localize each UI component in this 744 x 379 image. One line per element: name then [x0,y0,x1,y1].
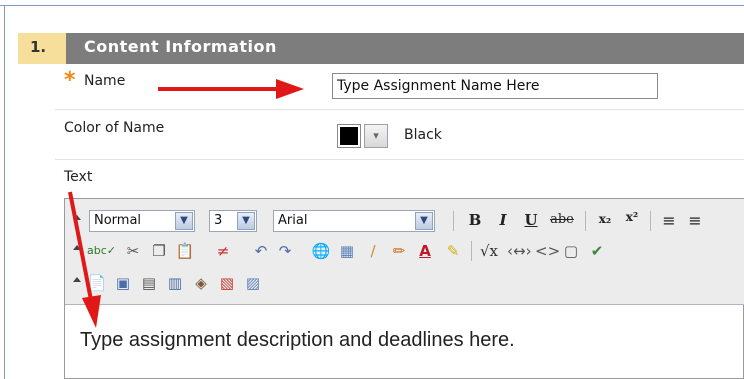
link-globe-icon[interactable]: 🌐 [311,241,331,261]
arrow-to-name-input [158,79,304,99]
size-select-value: 3 [214,213,223,228]
color-swatch[interactable] [337,124,361,148]
step-number: 1. [18,33,66,64]
attach-file-icon[interactable]: 📄 [87,273,107,293]
insert-mashup-icon[interactable]: ▨ [243,273,263,293]
align-left-icon[interactable]: ≡ [659,211,679,230]
text-label: Text [64,169,93,185]
cut-icon[interactable]: ✂ [123,241,143,261]
highlight-icon[interactable]: ✎ [443,241,463,261]
format-select-value: Normal [94,213,142,228]
chevron-down-icon: ▼ [175,212,193,230]
frame-border-top [0,5,744,6]
html-code-icon[interactable]: <> [535,241,560,261]
text-color-icon[interactable]: A [415,241,435,261]
spellcheck-icon[interactable]: abc✓ [87,241,116,261]
size-select[interactable]: 3 ▼ [209,210,257,232]
subscript-icon[interactable]: x₂ [595,212,615,226]
color-of-name-label: Color of Name [64,120,165,136]
check-spelling-icon[interactable]: ✔ [587,241,607,261]
horizontal-rule-icon[interactable]: ∕ [363,241,383,261]
row-divider [55,109,744,110]
toolbar-separator [585,211,586,231]
insert-image-icon[interactable]: ▣ [113,273,133,293]
table-icon[interactable]: ▦ [337,241,357,261]
pencil-icon[interactable]: ✏ [389,241,409,261]
math-equation-icon[interactable]: √x [479,241,499,261]
insert-pdf-icon[interactable]: ▧ [217,273,237,293]
rich-text-editor: Normal ▼ 3 ▼ Arial ▼ B I U abe x₂ x² ≡ ≡… [64,198,744,379]
toolbar-grip-icon[interactable] [73,245,81,250]
toolbar-grip-icon[interactable] [73,215,81,220]
bold-icon[interactable]: B [465,211,485,229]
paste-icon[interactable]: 📋 [175,241,195,261]
clear-formatting-icon[interactable]: ≠ [213,241,233,261]
row-divider [55,159,744,160]
align-center-icon[interactable]: ≡ [685,211,705,230]
name-label: Name [84,73,126,89]
editor-toolbar: Normal ▼ 3 ▼ Arial ▼ B I U abe x₂ x² ≡ ≡… [65,199,744,305]
underline-icon[interactable]: U [521,211,541,229]
editor-body-text[interactable]: Type assignment description and deadline… [80,329,515,352]
section-header: 1. Content Information [18,33,744,64]
toolbar-separator [453,211,454,231]
insert-audio-icon[interactable]: ▥ [165,273,185,293]
format-select[interactable]: Normal ▼ [89,210,195,232]
required-star-icon: * [64,68,76,93]
copy-icon[interactable]: ❐ [149,241,169,261]
undo-icon[interactable]: ↶ [251,241,271,261]
toolbar-separator [471,241,472,261]
section-title: Content Information [84,37,277,56]
font-select-value: Arial [278,213,308,228]
chevron-down-icon: ▼ [415,212,433,230]
embed-icon[interactable]: ‹↔› [507,241,532,261]
toolbar-grip-icon[interactable] [73,277,81,282]
superscript-icon[interactable]: x² [622,210,642,224]
insert-flash-icon[interactable]: ◈ [191,273,211,293]
strikethrough-icon[interactable]: abe [547,212,577,227]
fullscreen-icon[interactable]: ▢ [561,241,581,261]
color-swatch-fill [340,127,358,145]
chevron-down-icon: ▼ [237,212,255,230]
frame-border-left [4,5,5,379]
color-value-label: Black [404,127,442,143]
font-select[interactable]: Arial ▼ [273,210,435,232]
toolbar-separator [650,211,651,231]
insert-media-icon[interactable]: ▤ [139,273,159,293]
color-dropdown-icon[interactable]: ▾ [364,124,388,148]
redo-icon[interactable]: ↷ [275,241,295,261]
name-input[interactable]: Type Assignment Name Here [332,73,658,99]
italic-icon[interactable]: I [493,211,513,229]
